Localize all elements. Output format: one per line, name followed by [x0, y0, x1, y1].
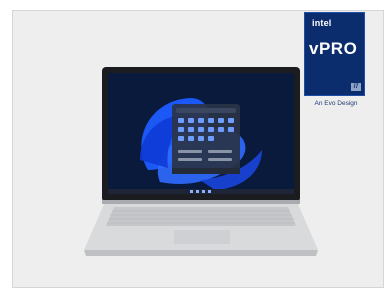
- badge-caption: An Evo Design: [314, 100, 358, 107]
- vpro-label: vPRO: [309, 39, 358, 58]
- generation-tag: i7: [351, 83, 361, 91]
- intel-vpro-badge: intel vPRO i7: [304, 12, 365, 96]
- taskbar: [108, 189, 294, 194]
- touchpad: [174, 230, 230, 244]
- start-menu: [172, 104, 240, 174]
- intel-logo-text: intel: [312, 18, 332, 28]
